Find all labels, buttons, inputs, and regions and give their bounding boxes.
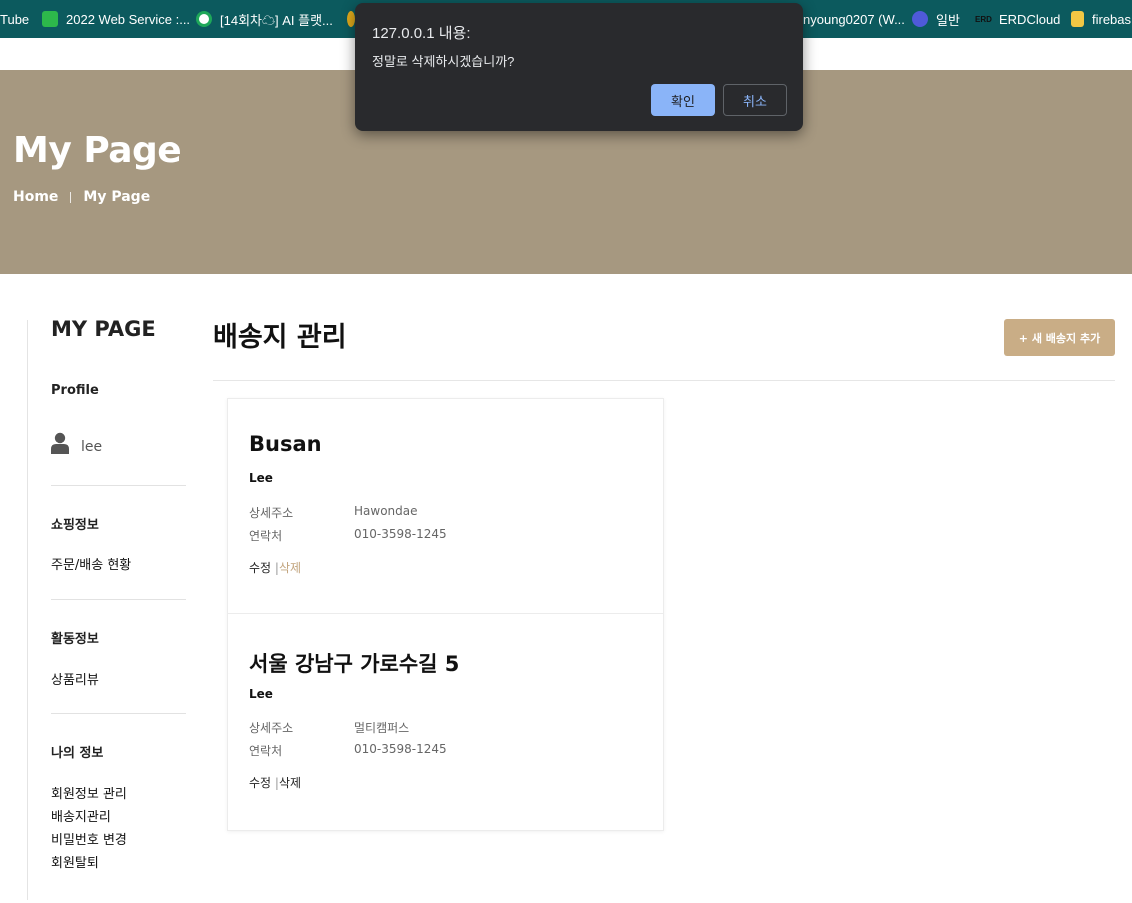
address-list: Busan Lee 상세주소 Hawondae 연락처 010-3598-124… xyxy=(227,398,664,831)
phone-row: 연락처 010-3598-1245 xyxy=(249,527,447,544)
erd-icon: ERD xyxy=(975,14,992,24)
cancel-button[interactable]: 취소 xyxy=(723,84,787,116)
add-address-button[interactable]: + 새 배송지 추가 xyxy=(1004,319,1115,356)
edit-address-link[interactable]: 수정 xyxy=(249,776,271,790)
confirm-button[interactable]: 확인 xyxy=(651,84,715,116)
bookmark-label: [14회차☁] AI 플랫... xyxy=(220,12,333,28)
title-divider xyxy=(213,380,1115,381)
sidebar-divider xyxy=(51,713,186,714)
bookmark-folder-icon xyxy=(1071,11,1084,27)
phone-label: 연락처 xyxy=(249,744,283,758)
dialog-title: 127.0.0.1 내용: xyxy=(372,25,471,42)
leaf-icon xyxy=(196,11,212,27)
breadcrumb-current: My Page xyxy=(83,189,151,205)
edit-address-link[interactable]: 수정 xyxy=(249,561,271,575)
bookmark-youtube[interactable]: Tube xyxy=(0,9,29,29)
sidebar-link-member-info[interactable]: 회원정보 관리 xyxy=(51,783,127,802)
bookmark-label: nyoung0207 (W... xyxy=(803,11,905,27)
sidebar-link-withdraw[interactable]: 회원탈퇴 xyxy=(51,852,99,871)
bookmark-label: 일반 xyxy=(936,12,960,28)
bookmark-label: ERDCloud xyxy=(999,11,1061,27)
detail-address-value: Hawondae xyxy=(354,504,418,518)
bookmark-nyoung[interactable]: nyoung0207 (W... xyxy=(803,9,905,29)
breadcrumb: Home My Page xyxy=(13,189,150,205)
gitmind-icon xyxy=(42,11,58,27)
address-title: 서울 강남구 가로수길 5 xyxy=(249,652,460,676)
breadcrumb-home[interactable]: Home xyxy=(13,189,58,205)
detail-address-row: 상세주소 멀티캠퍼스 xyxy=(249,719,409,736)
bookmark-label: 2022 Web Service :... xyxy=(66,11,191,27)
card-divider xyxy=(228,613,663,614)
bookmark-web-service[interactable]: 2022 Web Service :... xyxy=(42,9,190,29)
section-title: 배송지 관리 xyxy=(213,322,347,353)
bookmark-gold[interactable] xyxy=(347,9,355,29)
profile-heading: Profile xyxy=(51,383,99,398)
sidebar-divider xyxy=(51,485,186,486)
address-actions: 수정 |삭제 xyxy=(249,559,301,576)
confirm-dialog: 127.0.0.1 내용: 정말로 삭제하시겠습니까? 확인 취소 xyxy=(355,3,803,131)
sidebar-link-password[interactable]: 비밀번호 변경 xyxy=(51,829,127,848)
recipient-name: Lee xyxy=(249,687,273,701)
address-card: Busan Lee 상세주소 Hawondae 연락처 010-3598-124… xyxy=(249,432,447,575)
phone-label: 연락처 xyxy=(249,529,283,543)
delete-address-link[interactable]: 삭제 xyxy=(279,561,301,575)
section-heading-activity: 활동정보 xyxy=(51,632,99,647)
delete-address-link[interactable]: 삭제 xyxy=(279,776,301,790)
phone-row: 연락처 010-3598-1245 xyxy=(249,742,447,759)
section-heading-shopping: 쇼핑정보 xyxy=(51,518,99,533)
recipient-name: Lee xyxy=(249,471,273,485)
sidebar-divider-line xyxy=(27,320,28,900)
sidebar-link-reviews[interactable]: 상품리뷰 xyxy=(51,669,99,688)
bookmark-firebase[interactable]: firebas xyxy=(1071,9,1131,29)
chrome-profile-icon xyxy=(912,11,928,27)
user-icon xyxy=(51,432,69,454)
sidebar-title: MY PAGE xyxy=(51,317,156,341)
detail-address-label: 상세주소 xyxy=(249,506,294,520)
address-actions: 수정 |삭제 xyxy=(249,774,301,791)
address-card: 서울 강남구 가로수길 5 Lee 상세주소 멀티캠퍼스 연락처 010-359… xyxy=(249,648,460,790)
page-title: My Page xyxy=(13,130,182,171)
sidebar-link-orders[interactable]: 주문/배송 현황 xyxy=(51,554,131,573)
sidebar-link-addresses[interactable]: 배송지관리 xyxy=(51,806,111,825)
detail-address-row: 상세주소 Hawondae xyxy=(249,504,418,521)
bookmark-label: Tube xyxy=(0,11,30,27)
username: lee xyxy=(81,439,103,455)
dialog-message: 정말로 삭제하시겠습니까? xyxy=(372,54,515,69)
section-heading-myinfo: 나의 정보 xyxy=(51,746,104,761)
bookmark-ai-platform[interactable]: [14회차☁] AI 플랫... xyxy=(196,9,333,29)
breadcrumb-separator xyxy=(70,191,72,203)
phone-value: 010-3598-1245 xyxy=(354,527,447,541)
detail-address-label: 상세주소 xyxy=(249,721,294,735)
bookmark-general[interactable]: 일반 xyxy=(912,9,960,29)
phone-value: 010-3598-1245 xyxy=(354,742,447,756)
gold-circle-icon xyxy=(347,11,355,27)
bookmark-label: firebas xyxy=(1092,11,1132,27)
sidebar-divider xyxy=(51,599,186,600)
address-title: Busan xyxy=(249,432,322,456)
detail-address-value: 멀티캠퍼스 xyxy=(354,721,410,735)
bookmark-erdcloud[interactable]: ERD ERDCloud xyxy=(975,9,1060,29)
